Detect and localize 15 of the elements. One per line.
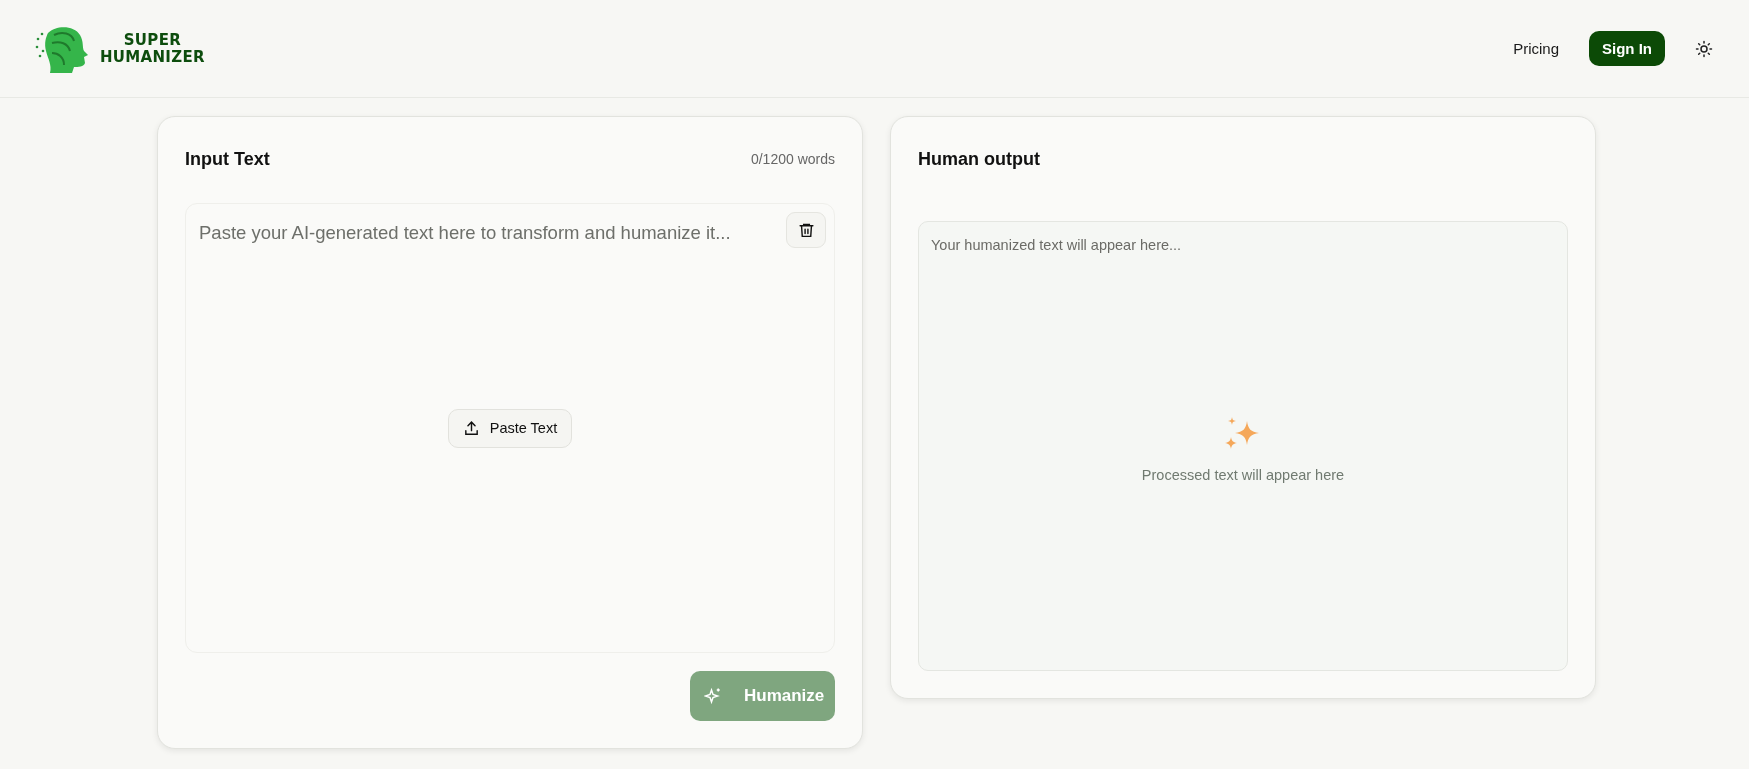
sign-in-button[interactable]: Sign In bbox=[1589, 31, 1665, 66]
sparkle-icon bbox=[704, 687, 722, 705]
sun-icon[interactable] bbox=[1695, 39, 1713, 58]
empty-message: Processed text will appear here bbox=[1141, 467, 1345, 483]
word-count: 0/1200 words bbox=[750, 151, 835, 167]
upload-icon bbox=[462, 419, 480, 437]
trash-icon bbox=[797, 221, 815, 239]
pricing-link[interactable]: Pricing bbox=[1501, 32, 1571, 65]
text-input-field[interactable]: Paste your AI-generated text here to transform and humanize it... bbox=[186, 204, 834, 256]
card-title: Input Text bbox=[185, 148, 270, 170]
output-text-field[interactable]: Your humanized text will appear here... bbox=[931, 237, 1555, 253]
card-title: Human output bbox=[918, 148, 1040, 170]
paste-text-button[interactable]: Paste Text bbox=[447, 408, 573, 448]
trash-button[interactable] bbox=[786, 212, 826, 248]
logo-text: SUPER HUMANIZER bbox=[100, 31, 205, 66]
